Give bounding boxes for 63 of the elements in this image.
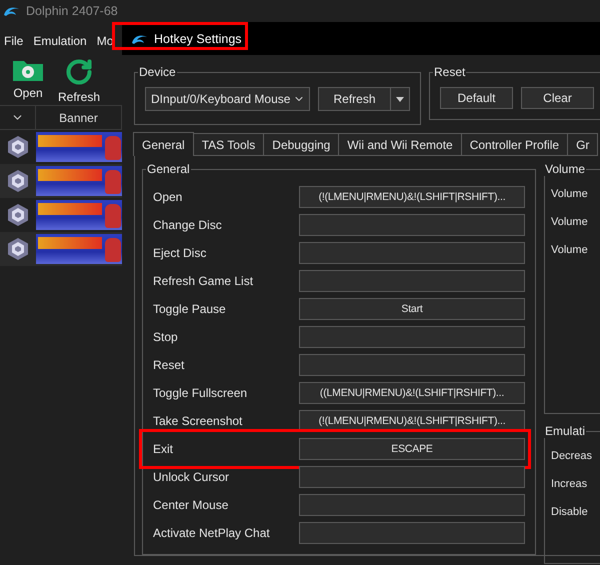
group-title: Volume — [544, 162, 586, 176]
window-title: Dolphin 2407-68 — [26, 4, 118, 18]
hotkey-binding-button[interactable] — [299, 494, 525, 516]
hotkey-label: Center Mouse — [153, 498, 230, 512]
hotkey-label: Reset — [153, 358, 186, 372]
hotkey-label: Unlock Cursor — [153, 470, 230, 484]
reset-button[interactable]: Default — [440, 87, 513, 109]
game-row[interactable] — [0, 164, 122, 198]
setting-label: Increas — [551, 477, 588, 492]
hotkey-binding-button[interactable]: Start — [299, 298, 525, 320]
hotkey-binding-button[interactable]: ESCAPE — [299, 438, 525, 460]
hotkey-label: Change Disc — [153, 218, 223, 232]
hotkey-label: Refresh Game List — [153, 274, 254, 288]
cube-logo-icon — [7, 203, 29, 227]
tab[interactable]: Debugging — [263, 133, 340, 156]
hotkey-binding-button[interactable]: (!(LMENU|RMENU)&!(LSHIFT|RSHIFT)... — [299, 186, 525, 208]
group-title: General — [146, 162, 191, 176]
setting-label: Volume — [551, 243, 589, 258]
hotkey-label: Take Screenshot — [153, 414, 244, 428]
cube-logo-icon — [7, 135, 29, 159]
hotkey-binding-button[interactable] — [299, 522, 525, 544]
tab[interactable]: General — [133, 132, 194, 156]
hotkey-label: Exit — [153, 442, 174, 456]
setting-label: Volume — [551, 215, 589, 230]
dialog-title: Hotkey Settings — [154, 32, 242, 46]
toolbar-button[interactable]: Open — [12, 58, 44, 105]
tab[interactable]: Gr — [567, 133, 598, 156]
setting-label: Volume — [551, 187, 589, 202]
hotkey-binding-button[interactable] — [299, 354, 525, 376]
tab[interactable]: TAS Tools — [192, 133, 264, 156]
refresh-split-button[interactable]: Refresh — [318, 87, 410, 111]
hotkey-label: Activate NetPlay Chat — [153, 526, 271, 540]
hotkey-binding-button[interactable] — [299, 214, 525, 236]
setting-label: Disable — [551, 505, 589, 520]
hotkey-label: Stop — [153, 330, 179, 344]
refresh-icon — [65, 58, 94, 86]
hotkey-binding-button[interactable] — [299, 466, 525, 488]
reset-button[interactable]: Clear — [521, 87, 594, 109]
hotkey-label: Toggle Pause — [153, 302, 227, 316]
tab[interactable]: Controller Profile — [460, 133, 568, 156]
refresh-button[interactable]: Refresh — [319, 88, 391, 110]
group-title: Emulati — [544, 424, 586, 438]
device-dropdown[interactable]: DInput/0/Keyboard Mouse — [145, 87, 310, 111]
menu-item[interactable]: File — [4, 34, 24, 48]
setting-label: Decreas — [551, 449, 593, 464]
group-title: Device — [138, 65, 177, 79]
hotkey-binding-button[interactable] — [299, 242, 525, 264]
hotkey-binding-button[interactable] — [299, 270, 525, 292]
game-row[interactable] — [0, 232, 122, 266]
dolphin-icon — [3, 5, 20, 17]
group-title: Reset — [433, 65, 466, 79]
hotkey-label: Toggle Fullscreen — [153, 386, 248, 400]
hotkey-label: Eject Disc — [153, 246, 208, 260]
hotkey-label: Open — [153, 190, 184, 204]
tab[interactable]: Wii and Wii Remote — [338, 133, 462, 156]
hotkey-binding-button[interactable]: ((LMENU|RMENU)&!(LSHIFT|RSHIFT)... — [299, 382, 525, 404]
cube-logo-icon — [7, 169, 29, 193]
menu-item[interactable]: Emulation — [33, 34, 87, 48]
toolbar-button[interactable]: Refresh — [58, 58, 100, 105]
dolphin-icon — [131, 32, 148, 44]
hotkey-binding-button[interactable] — [299, 326, 525, 348]
cube-logo-icon — [7, 237, 29, 261]
caret-icon — [396, 96, 404, 102]
